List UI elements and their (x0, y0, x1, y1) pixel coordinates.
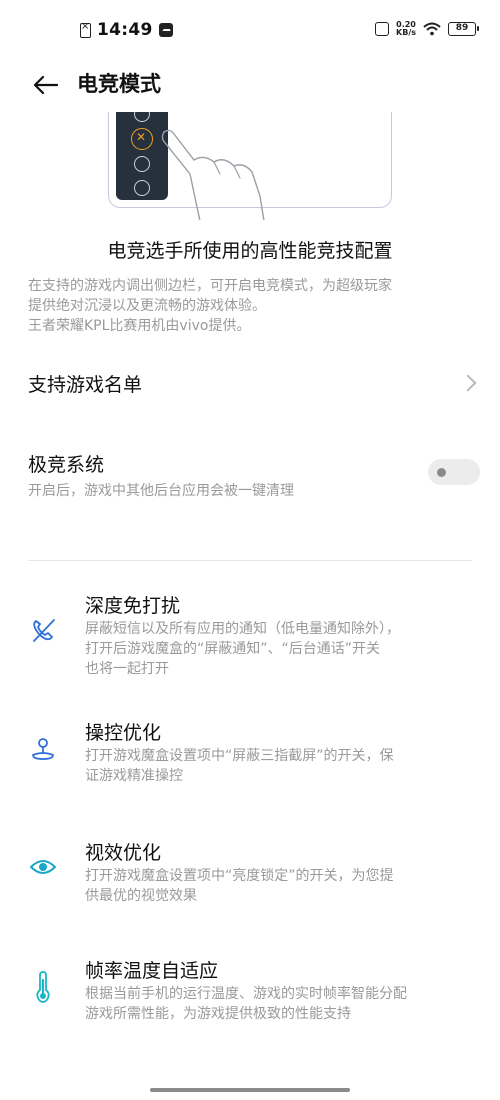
joystick-icon (28, 734, 58, 764)
status-time: 14:49 (97, 20, 153, 40)
feature-title: 操控优化 (85, 722, 162, 744)
status-right: 0.20 KB/s 89 (375, 21, 479, 37)
back-arrow-icon (33, 75, 58, 95)
vibrate-icon (375, 22, 390, 36)
feature-desc-line: 也将一起打开 (85, 661, 169, 677)
intro-description: 在支持的游戏内调出侧边栏，可开启电竞模式，为超级玩家 提供绝对沉浸以及更流畅的游… (28, 276, 478, 336)
home-indicator[interactable] (150, 1088, 350, 1092)
feature-desc-line: 打开游戏魔盒设置项中“屏蔽三指截屏”的开关，保 (85, 748, 394, 764)
gallery-notification-icon (158, 23, 173, 37)
supported-games-row[interactable]: 支持游戏名单 (0, 355, 500, 411)
feature-desc-line: 屏蔽短信以及所有应用的通知（低电量通知除外）， (85, 621, 400, 637)
extreme-system-toggle[interactable] (428, 459, 480, 485)
app-header: 电竞模式 (0, 60, 500, 110)
feature-description: 屏蔽短信以及所有应用的通知（低电量通知除外）， 打开后游戏魔盒的“屏蔽通知”、“… (85, 619, 480, 679)
intro-desc-line: 提供绝对沉浸以及更流畅的游戏体验。 (28, 298, 266, 314)
feature-framerate-temperature: 帧率温度自适应 根据当前手机的运行温度、游戏的实时帧率智能分配 游戏所需性能，为… (0, 952, 500, 1032)
esports-illustration (0, 112, 500, 220)
phone-muted-icon (28, 615, 58, 645)
battery-icon: 89 (448, 22, 479, 36)
page-title: 电竞模式 (77, 72, 161, 96)
supported-games-label: 支持游戏名单 (28, 374, 143, 396)
feature-desc-line: 打开游戏魔盒设置项中“亮度锁定”的开关，为您提 (85, 868, 394, 884)
sidebar-option-icon (134, 180, 150, 196)
feature-description: 根据当前手机的运行温度、游戏的实时帧率智能分配 游戏所需性能，为游戏提供极致的性… (85, 984, 480, 1024)
section-divider (28, 560, 472, 561)
hand-tap-icon (161, 129, 265, 220)
status-left: 14:49 (80, 20, 173, 40)
feature-title: 视效优化 (85, 842, 162, 864)
feature-description: 打开游戏魔盒设置项中“屏蔽三指截屏”的开关，保 证游戏精准操控 (85, 746, 480, 786)
feature-desc-line: 打开后游戏魔盒的“屏蔽通知”、“后台通话”开关 (85, 641, 381, 657)
eye-icon (28, 852, 58, 882)
esports-mode-icon (131, 128, 153, 150)
extreme-system-row: 极竞系统 开启后，游戏中其他后台应用会被一键清理 (0, 440, 500, 510)
back-button[interactable] (28, 68, 62, 102)
feature-deep-dnd: 深度免打扰 屏蔽短信以及所有应用的通知（低电量通知除外）， 打开后游戏魔盒的“屏… (0, 585, 500, 685)
extreme-system-description: 开启后，游戏中其他后台应用会被一键清理 (28, 483, 294, 499)
feature-desc-line: 证游戏精准操控 (85, 768, 183, 784)
intro-title: 电竞选手所使用的高性能竞技配置 (107, 240, 393, 262)
no-sim-icon (80, 21, 91, 38)
feature-description: 打开游戏魔盒设置项中“亮度锁定”的开关，为您提 供最优的视觉效果 (85, 866, 480, 906)
thermometer-icon (28, 971, 58, 1003)
feature-desc-line: 供最优的视觉效果 (85, 888, 197, 904)
chevron-right-icon (459, 374, 477, 392)
extreme-system-label: 极竞系统 (28, 454, 105, 476)
feature-desc-line: 游戏所需性能，为游戏提供极致的性能支持 (85, 1006, 351, 1022)
sidebar-option-icon (134, 112, 150, 122)
intro-desc-line: 王者荣耀KPL比赛用机由vivo提供。 (28, 318, 251, 334)
feature-title: 帧率温度自适应 (85, 960, 219, 982)
status-bar: 14:49 0.20 KB/s 89 (0, 0, 500, 60)
feature-visual-optimization: 视效优化 打开游戏魔盒设置项中“亮度锁定”的开关，为您提 供最优的视觉效果 (0, 832, 500, 912)
feature-control-optimization: 操控优化 打开游戏魔盒设置项中“屏蔽三指截屏”的开关，保 证游戏精准操控 (0, 712, 500, 792)
toggle-knob (437, 468, 446, 477)
feature-desc-line: 根据当前手机的运行温度、游戏的实时帧率智能分配 (85, 986, 407, 1002)
wifi-icon (423, 22, 441, 36)
network-speed: 0.20 KB/s (396, 21, 416, 37)
intro-desc-line: 在支持的游戏内调出侧边栏，可开启电竞模式，为超级玩家 (28, 278, 392, 294)
feature-title: 深度免打扰 (85, 595, 181, 617)
network-speed-unit: KB/s (396, 28, 416, 37)
sidebar-option-icon (134, 156, 150, 172)
